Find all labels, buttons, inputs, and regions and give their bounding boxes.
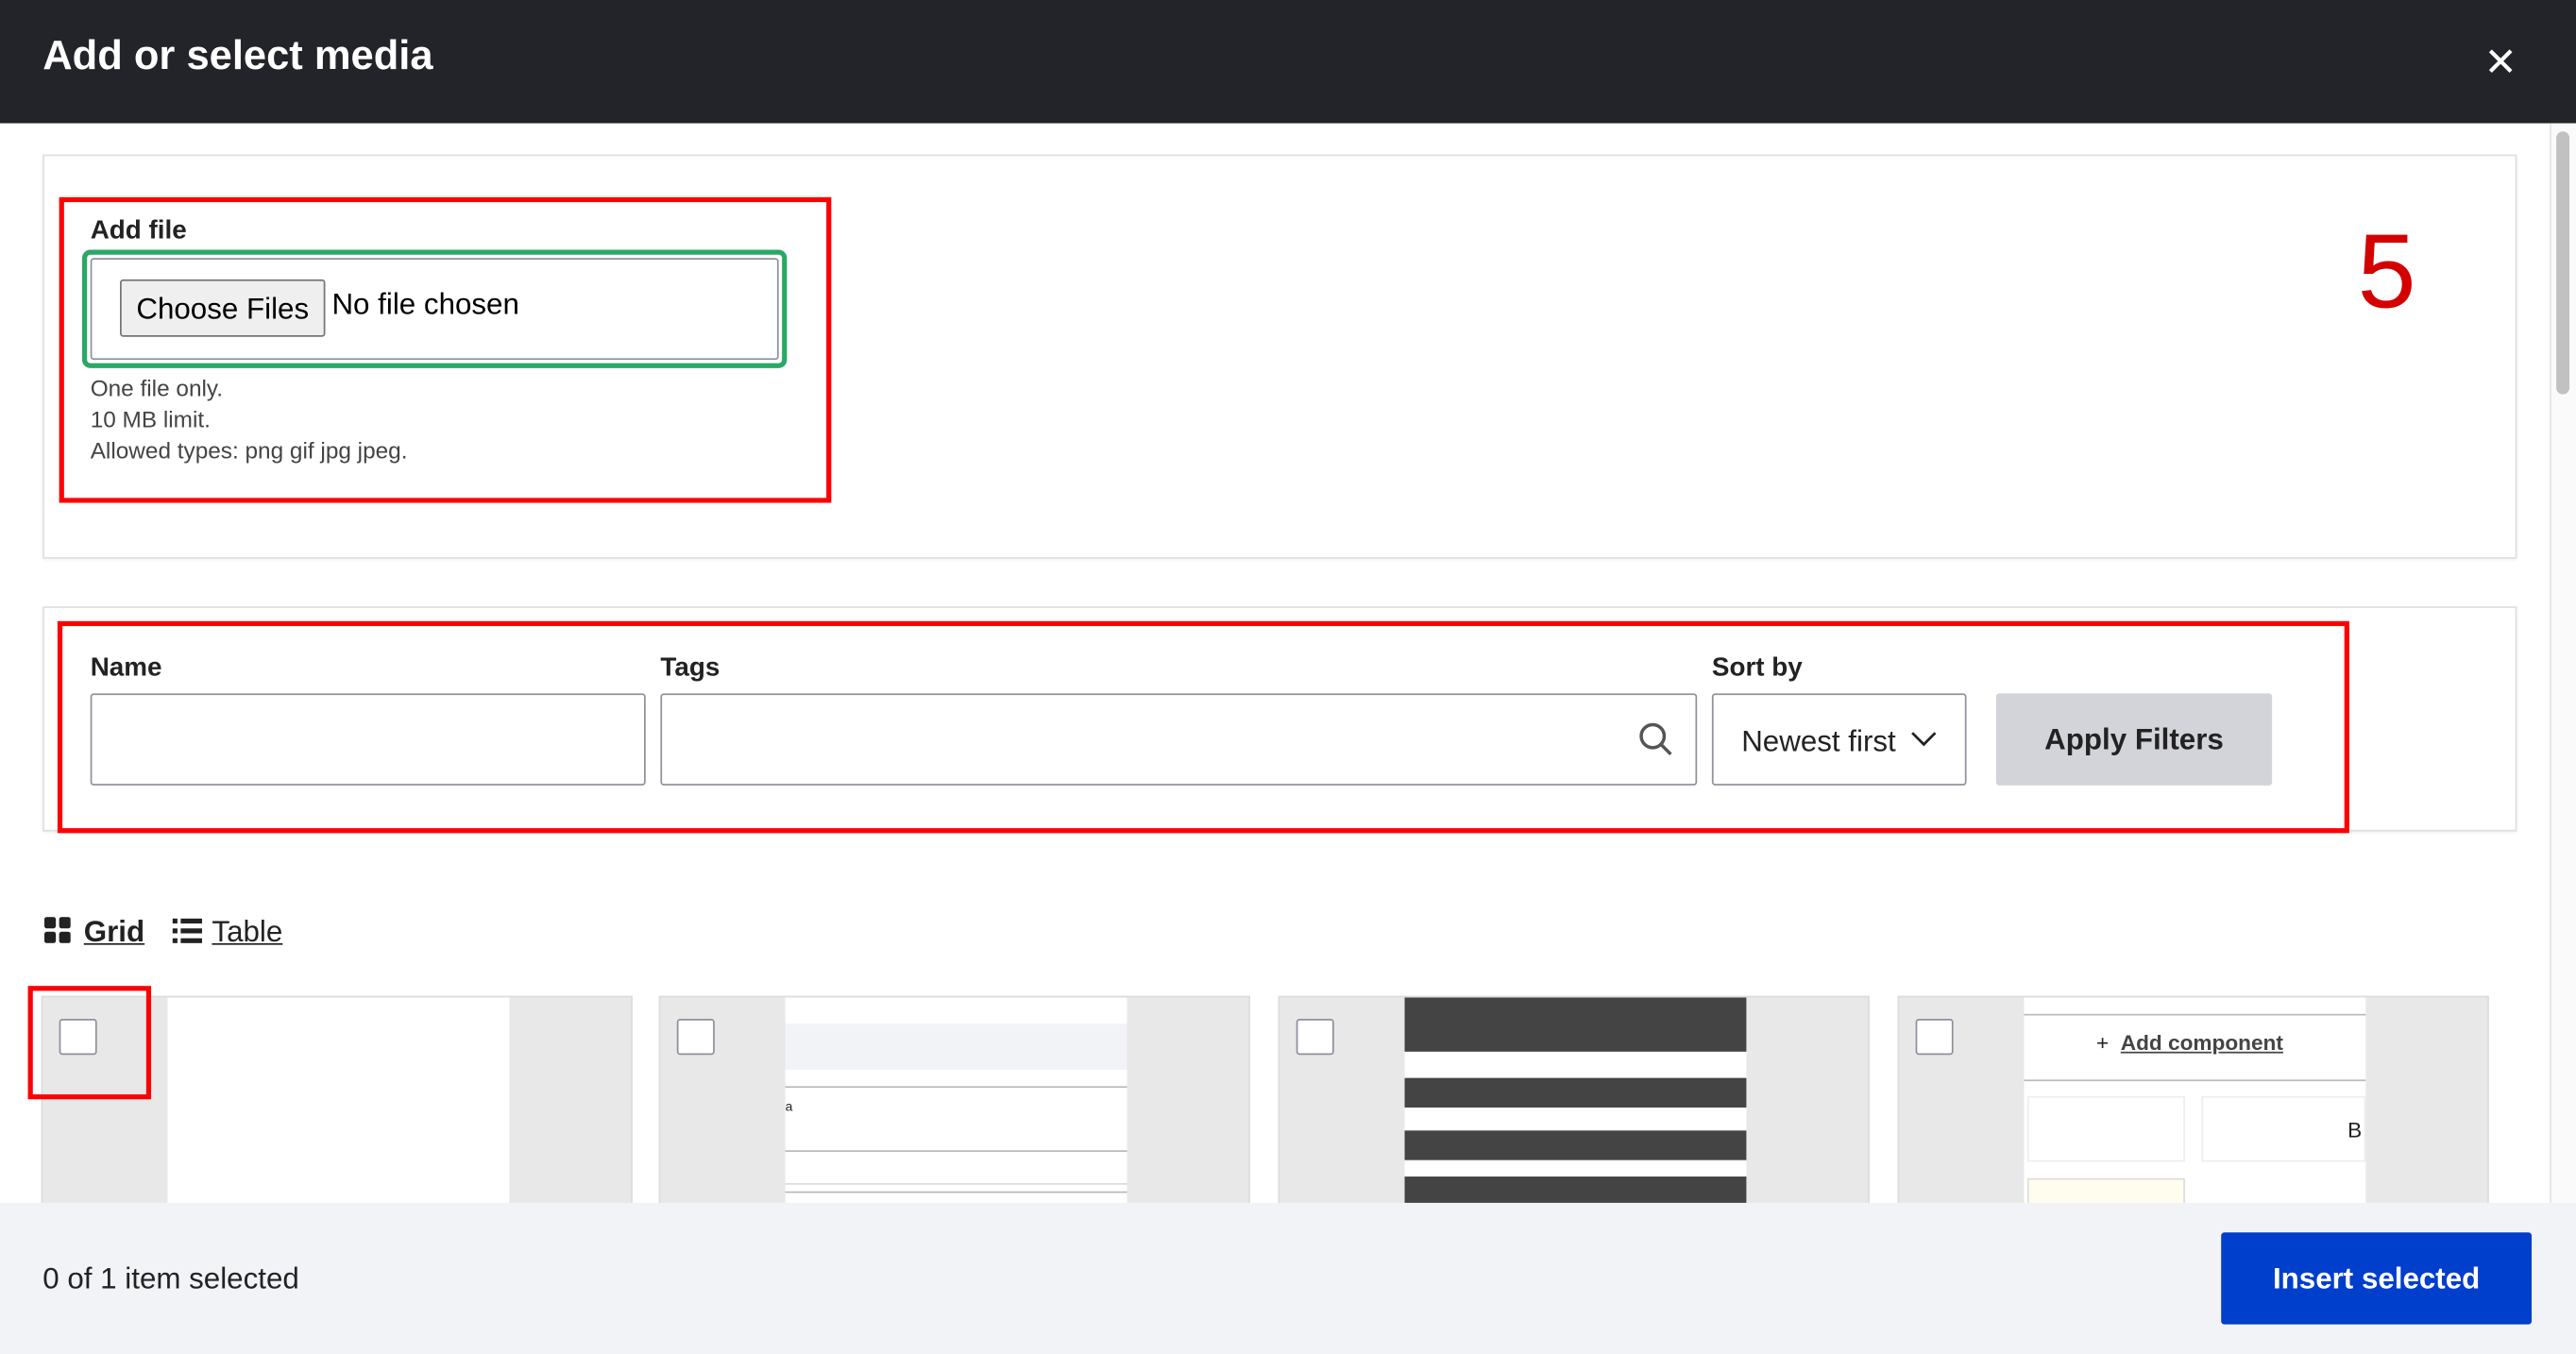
- sort-value: Newest first: [1741, 724, 1896, 758]
- media-thumbnail: [1404, 997, 1747, 1225]
- media-card[interactable]: a: [658, 995, 1250, 1227]
- media-thumbnail: [167, 997, 510, 1225]
- name-label: Name: [90, 653, 162, 683]
- select-checkbox[interactable]: [1296, 1018, 1334, 1056]
- media-card[interactable]: + Add component B: [1897, 995, 2489, 1227]
- table-view-link[interactable]: Table: [212, 915, 282, 950]
- grid-view-link[interactable]: Grid: [84, 915, 144, 950]
- help-text: One file only.: [90, 374, 224, 401]
- dialog-header: Add or select media ✕: [0, 0, 2576, 124]
- tags-input[interactable]: [660, 693, 1698, 786]
- no-file-text: No file chosen: [331, 287, 519, 321]
- grid-icon: [43, 917, 71, 943]
- media-card[interactable]: [1278, 995, 1870, 1227]
- name-input[interactable]: [90, 693, 646, 786]
- chevron-down-icon: [1911, 732, 1937, 747]
- choose-files-button[interactable]: Choose Files: [120, 279, 326, 337]
- media-thumbnail: + Add component B: [2024, 997, 2366, 1225]
- sort-select[interactable]: Newest first: [1711, 693, 1967, 786]
- tags-label: Tags: [660, 653, 720, 683]
- selection-status: 0 of 1 item selected: [42, 1261, 299, 1295]
- search-icon: [1639, 722, 1672, 756]
- select-checkbox[interactable]: [1915, 1018, 1954, 1056]
- annotation-box: [27, 986, 152, 1100]
- list-icon: [172, 918, 202, 943]
- media-dialog: Add or select media ✕ Add file Choose Fi…: [0, 0, 2576, 1354]
- close-icon[interactable]: ✕: [2484, 40, 2517, 87]
- help-text: 10 MB limit.: [90, 405, 211, 432]
- apply-filters-button[interactable]: Apply Filters: [1995, 693, 2273, 786]
- add-file-label: Add file: [90, 216, 187, 245]
- annotation-number: 5: [2357, 212, 2416, 330]
- sort-label: Sort by: [1711, 653, 1803, 683]
- dialog-title: Add or select media: [42, 32, 433, 79]
- media-thumbnail: a: [785, 997, 1127, 1225]
- select-checkbox[interactable]: [676, 1018, 715, 1056]
- insert-selected-button[interactable]: Insert selected: [2221, 1232, 2533, 1325]
- scrollbar-thumb[interactable]: [2556, 131, 2570, 395]
- help-text: Allowed types: png gif jpg jpeg.: [90, 436, 408, 464]
- dialog-footer: 0 of 1 item selected Insert selected: [0, 1202, 2576, 1354]
